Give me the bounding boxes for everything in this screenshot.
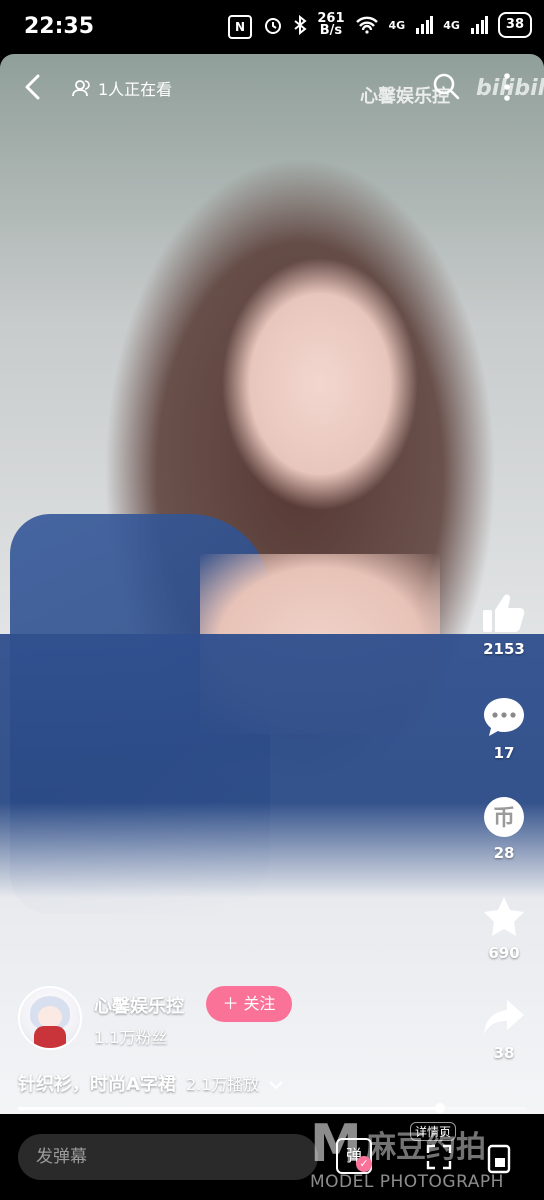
share-button[interactable]: 38 — [472, 994, 536, 1062]
more-icon[interactable] — [502, 72, 512, 102]
coin-icon: 币 — [484, 797, 524, 837]
avatar[interactable] — [18, 986, 82, 1050]
video-player[interactable] — [0, 54, 544, 1114]
bluetooth-icon — [294, 15, 307, 35]
video-progress-bar[interactable] — [18, 1103, 526, 1113]
brand-watermark-en: MODEL PHOTOGRAPH — [310, 1172, 504, 1192]
checkmark-icon: ✓ — [356, 1156, 372, 1172]
progress-handle[interactable] — [434, 1103, 445, 1113]
coin-button[interactable]: 币 28 — [472, 794, 536, 862]
viewer-count-label: 1人正在看 — [98, 80, 173, 99]
alarm-icon — [265, 18, 282, 34]
star-icon — [484, 897, 524, 936]
fullscreen-icon[interactable] — [426, 1144, 452, 1170]
video-frame-outfit — [0, 634, 544, 1114]
danmaku-toggle[interactable]: 弹 ✓ — [336, 1138, 374, 1176]
viewers-icon — [72, 80, 90, 97]
coin-count: 28 — [493, 844, 515, 862]
favorite-button[interactable]: 690 — [472, 894, 536, 962]
comment-count: 17 — [493, 744, 515, 762]
nfc-icon: N — [228, 15, 252, 39]
svg-text:币: 币 — [493, 806, 515, 831]
comment-icon — [484, 698, 524, 736]
signal-bars-icon-2 — [470, 16, 488, 34]
wifi-icon — [355, 16, 378, 34]
details-page-label[interactable]: 详情页 — [410, 1122, 457, 1141]
like-count: 2153 — [483, 640, 525, 658]
play-count: 2.1万播放 — [185, 1075, 260, 1094]
network-speed: 261 B/s — [317, 12, 344, 38]
signal-4g-1: 4G — [388, 18, 406, 32]
like-button[interactable]: 2153 — [472, 590, 536, 658]
favorite-count: 690 — [488, 944, 520, 962]
chevron-down-icon — [269, 1081, 284, 1090]
follower-count: 1.1万粉丝 — [94, 1028, 168, 1047]
thumbs-up-icon — [483, 594, 525, 632]
bottom-bar: 发弹幕 M 麻豆约拍 弹 ✓ 详情页 MODEL PHOTOGRAPH — [0, 1114, 544, 1200]
status-icons: 261 B/s 4G 4G 38 — [263, 12, 532, 38]
signal-bars-icon — [416, 16, 434, 34]
danmaku-input[interactable]: 发弹幕 — [18, 1134, 318, 1180]
search-icon[interactable] — [432, 72, 460, 100]
follow-button[interactable]: ＋ 关注 — [206, 986, 292, 1022]
portrait-mode-icon[interactable] — [486, 1144, 512, 1174]
share-icon — [484, 1000, 524, 1034]
network-speed-unit: B/s — [319, 23, 343, 38]
status-bar: 22:35 N 261 B/s 4G 4G 38 — [0, 0, 544, 54]
share-count: 38 — [493, 1044, 515, 1062]
back-icon[interactable] — [20, 72, 46, 102]
top-overlay-bar: 1人正在看 心馨娱乐控 bilibili — [0, 54, 544, 118]
progress-fill — [18, 1107, 440, 1110]
battery-indicator: 38 — [497, 12, 532, 38]
status-time: 22:35 — [24, 14, 95, 39]
video-title-row[interactable]: 针织衫，时尚A字裙 2.1万播放 — [18, 1070, 284, 1096]
viewer-count: 1人正在看 — [72, 76, 172, 100]
comment-button[interactable]: 17 — [472, 694, 536, 762]
author-name[interactable]: 心馨娱乐控 — [94, 992, 184, 1018]
video-title: 针织衫，时尚A字裙 — [18, 1074, 176, 1095]
signal-4g-2: 4G — [443, 18, 460, 32]
